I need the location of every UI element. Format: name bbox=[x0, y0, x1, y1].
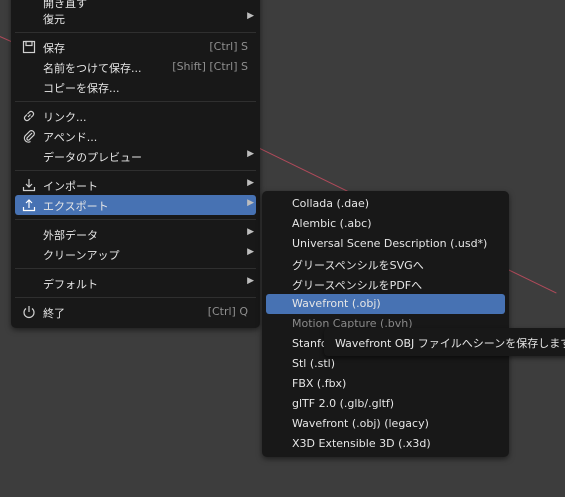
export-label: エクスポート bbox=[43, 200, 109, 213]
menu-item-defaults[interactable]: デフォルト ▶ bbox=[15, 273, 256, 293]
data-previews-label: データのプレビュー bbox=[43, 151, 142, 164]
export-gpencil-pdf[interactable]: グリースペンシルをPDFへ bbox=[266, 274, 505, 294]
submenu-arrow-icon: ▶ bbox=[247, 227, 254, 237]
export-item-label: Wavefront (.obj) bbox=[292, 297, 381, 310]
clean-up-label: クリーンアップ bbox=[43, 249, 120, 262]
export-item-label: X3D Extensible 3D (.x3d) bbox=[292, 437, 431, 450]
defaults-label: デフォルト bbox=[43, 278, 98, 291]
export-item-label: Alembic (.abc) bbox=[292, 217, 372, 230]
submenu-arrow-icon: ▶ bbox=[247, 247, 254, 257]
separator bbox=[15, 32, 256, 33]
submenu-arrow-icon: ▶ bbox=[247, 198, 254, 208]
tooltip-text: Wavefront OBJ ファイルへシーンを保存します bbox=[335, 337, 565, 350]
export-item-label: Stl (.stl) bbox=[292, 357, 336, 370]
export-item-label: FBX (.fbx) bbox=[292, 377, 347, 390]
menu-item-link[interactable]: リンク... bbox=[15, 106, 256, 126]
import-label: インポート bbox=[43, 180, 98, 193]
menu-item-export[interactable]: エクスポート ▶ bbox=[15, 195, 256, 215]
append-icon bbox=[23, 130, 35, 143]
file-menu: 開き直す 復元 ▶ 保存 [Ctrl] S 名前をつけて保存... [Shift… bbox=[11, 0, 260, 328]
separator bbox=[15, 101, 256, 102]
menu-item-data-previews[interactable]: データのプレビュー ▶ bbox=[15, 146, 256, 166]
menu-item-clean-up[interactable]: クリーンアップ ▶ bbox=[15, 244, 256, 264]
export-wavefront-obj[interactable]: Wavefront (.obj) bbox=[266, 294, 505, 314]
export-submenu: Collada (.dae) Alembic (.abc) Universal … bbox=[262, 191, 509, 457]
separator bbox=[15, 170, 256, 171]
menu-item-quit[interactable]: 終了 [Ctrl] Q bbox=[15, 302, 256, 322]
export-item-label: グリースペンシルをPDFへ bbox=[292, 279, 423, 292]
submenu-arrow-icon: ▶ bbox=[247, 178, 254, 188]
export-item-label: Universal Scene Description (.usd*) bbox=[292, 237, 488, 250]
export-usd[interactable]: Universal Scene Description (.usd*) bbox=[266, 234, 505, 254]
menu-item-append[interactable]: アペンド... bbox=[15, 126, 256, 146]
export-icon bbox=[22, 199, 36, 212]
export-item-label: glTF 2.0 (.glb/.gltf) bbox=[292, 397, 395, 410]
export-stl[interactable]: Stl (.stl) bbox=[266, 354, 505, 374]
export-collada[interactable]: Collada (.dae) bbox=[266, 194, 505, 214]
tooltip: Wavefront OBJ ファイルへシーンを保存します bbox=[324, 328, 565, 356]
menu-item-save-as[interactable]: 名前をつけて保存... [Shift] [Ctrl] S bbox=[15, 57, 256, 77]
save-icon bbox=[22, 40, 36, 54]
quit-label: 終了 bbox=[43, 307, 65, 320]
export-gltf[interactable]: glTF 2.0 (.glb/.gltf) bbox=[266, 394, 505, 414]
recover-label: 復元 bbox=[43, 13, 65, 26]
export-wavefront-legacy[interactable]: Wavefront (.obj) (legacy) bbox=[266, 414, 505, 434]
submenu-arrow-icon: ▶ bbox=[247, 276, 254, 286]
save-as-shortcut: [Shift] [Ctrl] S bbox=[172, 60, 248, 73]
menu-item-recover[interactable]: 復元 ▶ bbox=[15, 8, 256, 28]
menu-item-external-data[interactable]: 外部データ ▶ bbox=[15, 224, 256, 244]
export-alembic[interactable]: Alembic (.abc) bbox=[266, 214, 505, 234]
save-as-label: 名前をつけて保存... bbox=[43, 62, 142, 75]
menu-item-save[interactable]: 保存 [Ctrl] S bbox=[15, 37, 256, 57]
export-fbx[interactable]: FBX (.fbx) bbox=[266, 374, 505, 394]
save-copy-label: コピーを保存... bbox=[43, 82, 120, 95]
separator bbox=[15, 219, 256, 220]
export-x3d[interactable]: X3D Extensible 3D (.x3d) bbox=[266, 434, 505, 454]
export-gpencil-svg[interactable]: グリースペンシルをSVGへ bbox=[266, 254, 505, 274]
submenu-arrow-icon: ▶ bbox=[247, 149, 254, 159]
export-item-label: Collada (.dae) bbox=[292, 197, 370, 210]
menu-item-import[interactable]: インポート ▶ bbox=[15, 175, 256, 195]
export-item-label: Wavefront (.obj) (legacy) bbox=[292, 417, 429, 430]
separator bbox=[15, 297, 256, 298]
power-icon bbox=[23, 306, 35, 319]
link-label: リンク... bbox=[43, 111, 87, 124]
save-label: 保存 bbox=[43, 42, 65, 55]
save-shortcut: [Ctrl] S bbox=[209, 40, 248, 53]
link-icon bbox=[23, 110, 35, 122]
submenu-arrow-icon: ▶ bbox=[247, 11, 254, 21]
export-item-label: グリースペンシルをSVGへ bbox=[292, 259, 424, 272]
quit-shortcut: [Ctrl] Q bbox=[207, 305, 248, 318]
import-icon bbox=[22, 179, 36, 192]
external-data-label: 外部データ bbox=[43, 229, 98, 242]
menu-item-save-copy[interactable]: コピーを保存... bbox=[15, 77, 256, 97]
separator bbox=[15, 268, 256, 269]
append-label: アペンド... bbox=[43, 131, 98, 144]
